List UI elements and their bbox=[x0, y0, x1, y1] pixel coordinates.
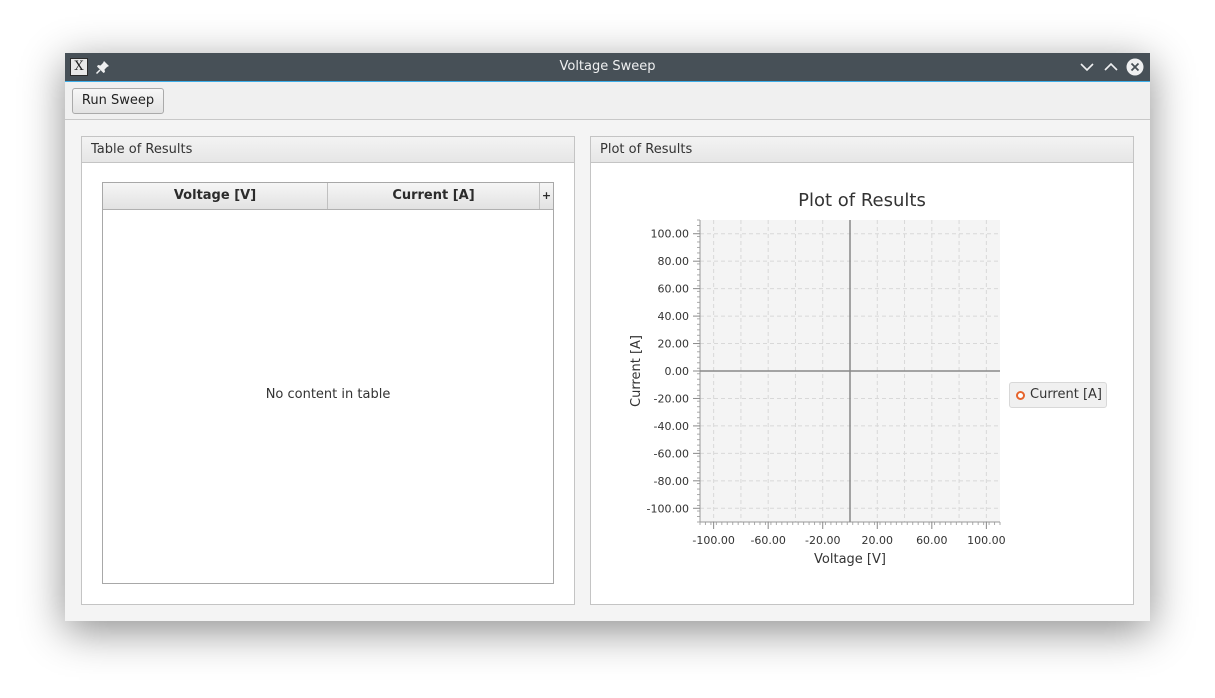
plot-panel-title: Plot of Results bbox=[591, 137, 1133, 163]
y-tick-label: 100.00 bbox=[651, 228, 690, 241]
app-window: X Voltage Sweep Run Sweep Table of Resul… bbox=[65, 53, 1150, 621]
y-tick-label: -20.00 bbox=[654, 392, 689, 405]
minimize-button[interactable] bbox=[1078, 58, 1096, 76]
column-header-current[interactable]: Current [A] bbox=[328, 183, 539, 209]
toolbar: Run Sweep bbox=[65, 82, 1150, 120]
y-tick-label: 40.00 bbox=[658, 310, 690, 323]
y-tick-label: -40.00 bbox=[654, 420, 689, 433]
chart-title: Plot of Results bbox=[798, 190, 926, 211]
x-axis-ticks: -100.00 -60.00 -20.00 20.00 60.00 100.00 bbox=[692, 522, 1006, 547]
x-tick-label: -20.00 bbox=[805, 534, 840, 547]
y-tick-label: 0.00 bbox=[665, 365, 690, 378]
legend-label: Current [A] bbox=[1030, 387, 1102, 402]
chart-legend[interactable]: Current [A] bbox=[1009, 382, 1107, 408]
legend-marker-icon bbox=[1016, 391, 1025, 400]
y-axis-ticks: 100.00 80.00 60.00 40.00 20.00 0.00 -20.00 -40.… bbox=[647, 228, 700, 515]
y-tick-label: 60.00 bbox=[658, 283, 690, 296]
y-tick-label: 80.00 bbox=[658, 255, 690, 268]
y-tick-label: -60.00 bbox=[654, 447, 689, 460]
results-table[interactable]: Voltage [V] Current [A] + No content in … bbox=[102, 182, 554, 584]
maximize-button[interactable] bbox=[1102, 58, 1120, 76]
x-tick-label: 60.00 bbox=[916, 534, 948, 547]
x-tick-label: 100.00 bbox=[967, 534, 1006, 547]
x-tick-label: -100.00 bbox=[692, 534, 734, 547]
window-title: Voltage Sweep bbox=[559, 59, 656, 74]
y-tick-label: -80.00 bbox=[654, 475, 689, 488]
y-tick-label: -100.00 bbox=[647, 502, 689, 515]
y-tick-label: 20.00 bbox=[658, 338, 690, 351]
table-panel: Table of Results Voltage [V] Current [A]… bbox=[81, 136, 575, 605]
table-panel-title: Table of Results bbox=[82, 137, 574, 163]
plot-panel: Plot of Results Plot of Results 100.00 80… bbox=[590, 136, 1134, 605]
title-bar[interactable]: X Voltage Sweep bbox=[65, 53, 1150, 82]
table-header: Voltage [V] Current [A] + bbox=[103, 183, 553, 210]
run-sweep-button[interactable]: Run Sweep bbox=[72, 88, 164, 114]
x-tick-label: -60.00 bbox=[750, 534, 785, 547]
close-button[interactable] bbox=[1126, 58, 1144, 76]
y-axis-label: Current [A] bbox=[629, 335, 644, 407]
x-axis-label: Voltage [V] bbox=[814, 552, 886, 567]
empty-table-message: No content in table bbox=[265, 387, 391, 402]
x-tick-label: 20.00 bbox=[862, 534, 894, 547]
column-header-voltage[interactable]: Voltage [V] bbox=[103, 183, 328, 209]
column-menu-button[interactable]: + bbox=[539, 183, 553, 209]
